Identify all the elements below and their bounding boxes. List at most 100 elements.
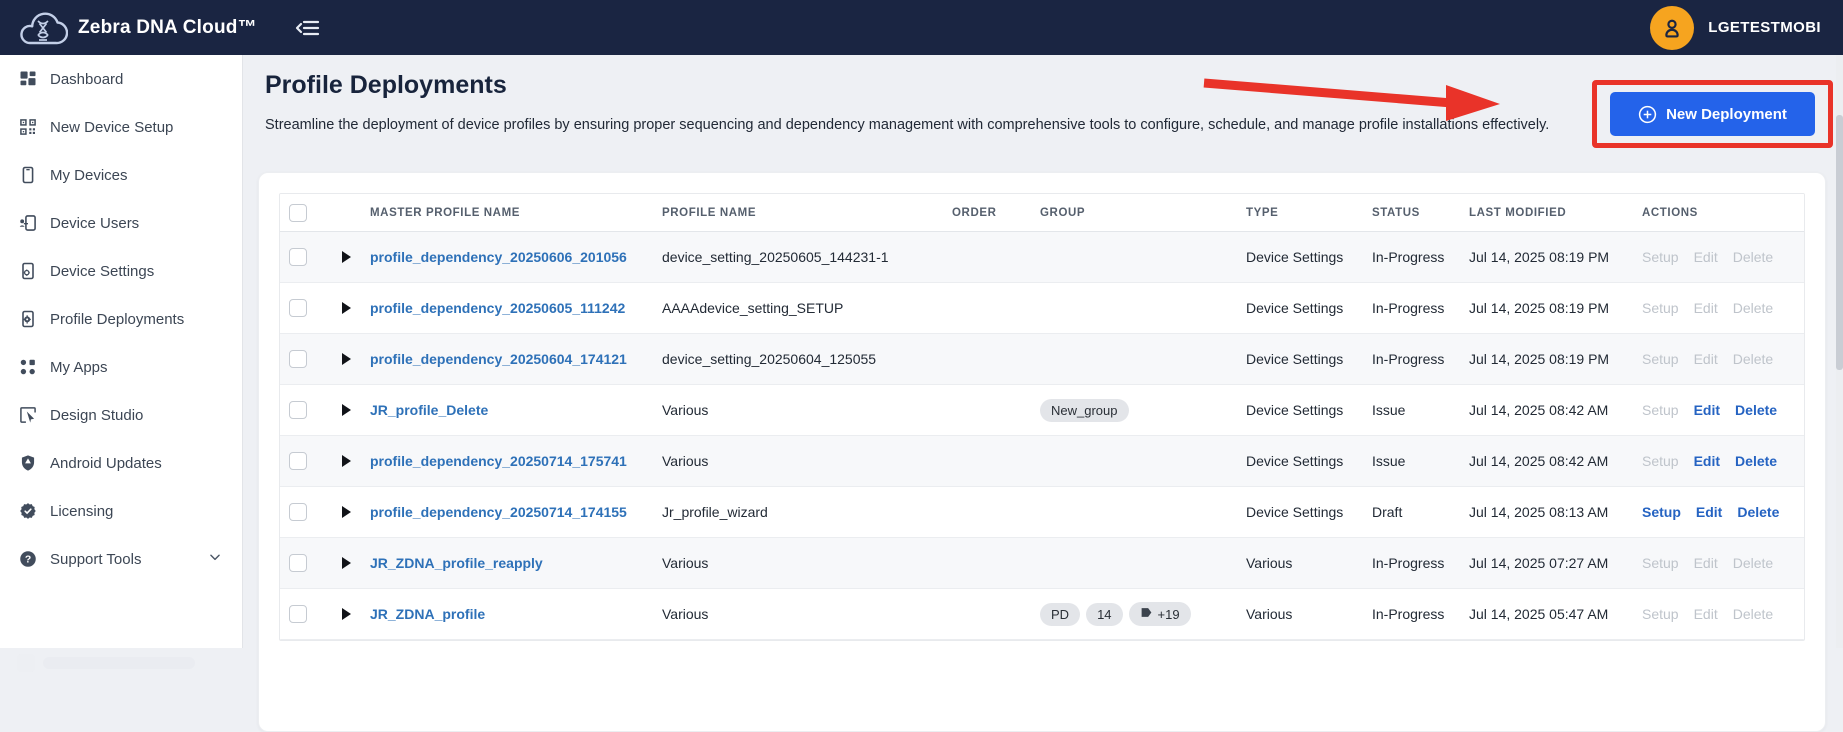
status-cell: In-Progress — [1372, 249, 1469, 265]
setup-action[interactable]: Setup — [1642, 453, 1679, 469]
sidebar-collapse-button[interactable] — [295, 17, 321, 39]
sidebar-item-label: Support Tools — [50, 551, 141, 568]
delete-action[interactable]: Delete — [1733, 351, 1773, 367]
expand-row-icon[interactable] — [342, 608, 351, 620]
sidebar-item-label: Design Studio — [50, 407, 143, 424]
delete-action[interactable]: Delete — [1733, 606, 1773, 622]
last-modified-cell: Jul 14, 2025 08:19 PM — [1469, 300, 1642, 316]
user-avatar[interactable] — [1650, 6, 1694, 50]
master-profile-link[interactable]: JR_ZDNA_profile_reapply — [370, 555, 543, 571]
setup-action[interactable]: Setup — [1642, 300, 1679, 316]
sidebar-item-label: Profile Deployments — [50, 311, 184, 328]
new-deployment-label: New Deployment — [1666, 106, 1787, 123]
edit-action[interactable]: Edit — [1694, 453, 1720, 469]
faded-sidebar-item — [43, 657, 195, 669]
sidebar-item-dashboard[interactable]: Dashboard — [0, 55, 242, 103]
table-row: profile_dependency_20250606_201056 devic… — [280, 232, 1804, 283]
expand-row-icon[interactable] — [342, 302, 351, 314]
setup-action[interactable]: Setup — [1642, 351, 1679, 367]
app-title: Zebra DNA Cloud™ — [78, 17, 257, 39]
svg-text:?: ? — [25, 555, 31, 566]
delete-action[interactable]: Delete — [1735, 453, 1777, 469]
profile-name-cell: Various — [662, 402, 952, 418]
col-last-modified: LAST MODIFIED — [1469, 207, 1642, 219]
sidebar-item-licensing[interactable]: Licensing — [0, 487, 242, 535]
master-profile-link[interactable]: profile_dependency_20250606_201056 — [370, 249, 627, 265]
row-checkbox[interactable] — [289, 299, 307, 317]
sidebar-item-device-users[interactable]: Device Users — [0, 199, 242, 247]
status-cell: In-Progress — [1372, 555, 1469, 571]
setup-action[interactable]: Setup — [1642, 555, 1679, 571]
row-checkbox[interactable] — [289, 350, 307, 368]
row-checkbox[interactable] — [289, 452, 307, 470]
sidebar-item-profile-deployments[interactable]: Profile Deployments — [0, 295, 242, 343]
row-checkbox[interactable] — [289, 605, 307, 623]
page-scrollbar-thumb[interactable] — [1836, 115, 1843, 370]
edit-action[interactable]: Edit — [1696, 504, 1722, 520]
expand-row-icon[interactable] — [342, 455, 351, 467]
expand-row-icon[interactable] — [342, 251, 351, 263]
group-badges: New_group — [1040, 399, 1246, 422]
expand-row-icon[interactable] — [342, 353, 351, 365]
master-profile-link[interactable]: JR_profile_Delete — [370, 402, 488, 418]
master-profile-link[interactable]: profile_dependency_20250604_174121 — [370, 351, 627, 367]
expand-row-icon[interactable] — [342, 506, 351, 518]
delete-action[interactable]: Delete — [1737, 504, 1779, 520]
setup-action[interactable]: Setup — [1642, 402, 1679, 418]
setup-action[interactable]: Setup — [1642, 606, 1679, 622]
last-modified-cell: Jul 14, 2025 08:19 PM — [1469, 249, 1642, 265]
row-checkbox[interactable] — [289, 248, 307, 266]
page-scrollbar[interactable] — [1836, 55, 1843, 648]
setup-action[interactable]: Setup — [1642, 249, 1679, 265]
delete-action[interactable]: Delete — [1733, 249, 1773, 265]
delete-action[interactable]: Delete — [1733, 300, 1773, 316]
username-label: LGETESTMOBI — [1708, 19, 1821, 36]
table-row: JR_ZDNA_profile_reapply Various Various … — [280, 538, 1804, 589]
edit-action[interactable]: Edit — [1694, 555, 1718, 571]
sidebar-item-device-settings[interactable]: Device Settings — [0, 247, 242, 295]
master-profile-link[interactable]: profile_dependency_20250605_111242 — [370, 300, 625, 316]
type-cell: Various — [1246, 606, 1372, 622]
group-badge[interactable]: 14 — [1086, 603, 1122, 626]
expand-row-icon[interactable] — [342, 404, 351, 416]
table-header-row: MASTER PROFILE NAME PROFILE NAME ORDER G… — [280, 194, 1804, 232]
col-order: ORDER — [952, 207, 1040, 219]
qr-code-icon — [17, 116, 39, 138]
chevron-down-icon[interactable] — [208, 550, 222, 568]
sidebar-item-my-apps[interactable]: My Apps — [0, 343, 242, 391]
type-cell: Device Settings — [1246, 249, 1372, 265]
type-cell: Device Settings — [1246, 300, 1372, 316]
sidebar-item-my-devices[interactable]: My Devices — [0, 151, 242, 199]
status-cell: In-Progress — [1372, 351, 1469, 367]
row-checkbox[interactable] — [289, 503, 307, 521]
edit-action[interactable]: Edit — [1694, 249, 1718, 265]
sidebar-item-design-studio[interactable]: Design Studio — [0, 391, 242, 439]
row-checkbox[interactable] — [289, 401, 307, 419]
row-checkbox[interactable] — [289, 554, 307, 572]
sidebar-item-label: My Devices — [50, 167, 128, 184]
new-deployment-button[interactable]: New Deployment — [1610, 92, 1815, 136]
sidebar-item-new-device-setup[interactable]: New Device Setup — [0, 103, 242, 151]
edit-action[interactable]: Edit — [1694, 351, 1718, 367]
master-profile-link[interactable]: JR_ZDNA_profile — [370, 606, 485, 622]
edit-action[interactable]: Edit — [1694, 606, 1718, 622]
status-cell: Issue — [1372, 453, 1469, 469]
edit-action[interactable]: Edit — [1694, 300, 1718, 316]
master-profile-link[interactable]: profile_dependency_20250714_175741 — [370, 453, 627, 469]
delete-action[interactable]: Delete — [1735, 402, 1777, 418]
license-badge-icon — [17, 500, 39, 522]
group-badge[interactable]: +19 — [1129, 602, 1191, 626]
group-badge[interactable]: PD — [1040, 603, 1080, 626]
select-all-checkbox[interactable] — [289, 204, 307, 222]
sidebar-item-support-tools[interactable]: ? Support Tools — [0, 535, 242, 583]
master-profile-link[interactable]: profile_dependency_20250714_174155 — [370, 504, 627, 520]
setup-action[interactable]: Setup — [1642, 504, 1681, 520]
col-group: GROUP — [1040, 207, 1246, 219]
sidebar-item-android-updates[interactable]: Android Updates — [0, 439, 242, 487]
dashboard-icon — [17, 68, 39, 90]
delete-action[interactable]: Delete — [1733, 555, 1773, 571]
expand-row-icon[interactable] — [342, 557, 351, 569]
group-badge[interactable]: New_group — [1040, 399, 1129, 422]
edit-action[interactable]: Edit — [1694, 402, 1720, 418]
deployments-card: MASTER PROFILE NAME PROFILE NAME ORDER G… — [258, 172, 1826, 732]
